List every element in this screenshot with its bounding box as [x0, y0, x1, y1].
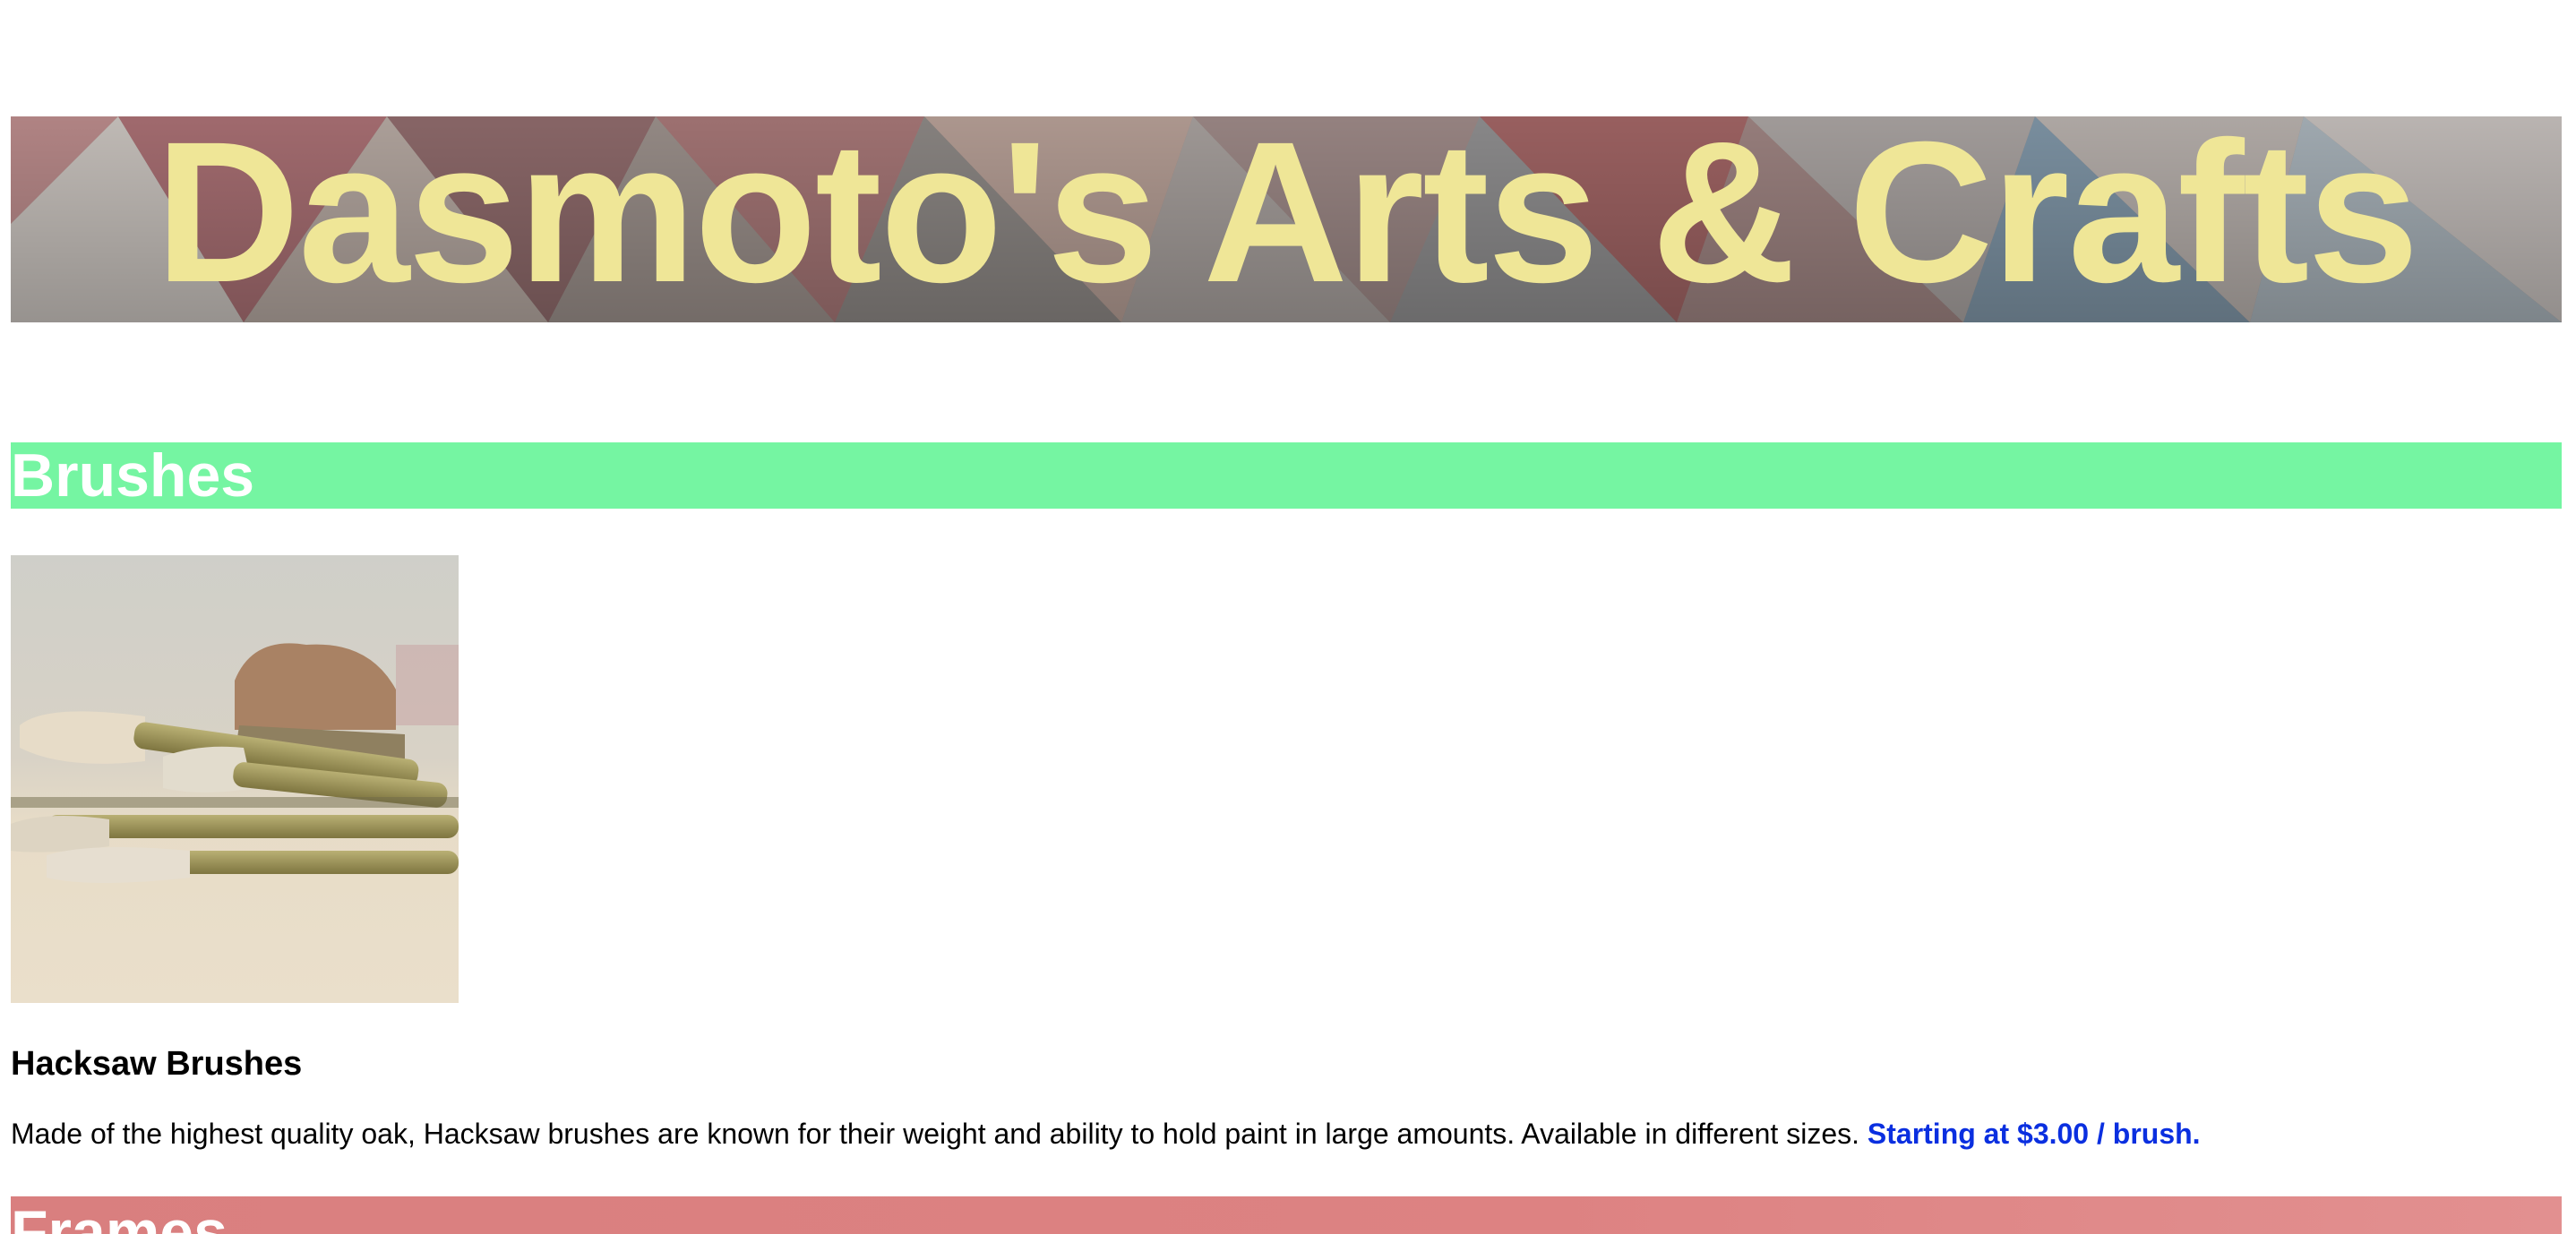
brushes-photo [11, 555, 459, 1003]
page: Dasmoto's Arts & Crafts Brushes Hacksaw … [0, 0, 2576, 1234]
product-title: Hacksaw Brushes [11, 1045, 303, 1083]
site-banner: Dasmoto's Arts & Crafts [11, 116, 2562, 322]
hacksaw-brushes-image [11, 555, 459, 1003]
product-price: Starting at $3.00 / brush. [1867, 1118, 2201, 1150]
frames-heading: Frames [11, 1196, 2562, 1234]
brushes-heading: Brushes [11, 442, 2562, 509]
product-description-text: Made of the highest quality oak, Hacksaw… [11, 1118, 1859, 1150]
product-description: Made of the highest quality oak, Hacksaw… [11, 1110, 2201, 1157]
site-title: Dasmoto's Arts & Crafts [155, 116, 2419, 322]
